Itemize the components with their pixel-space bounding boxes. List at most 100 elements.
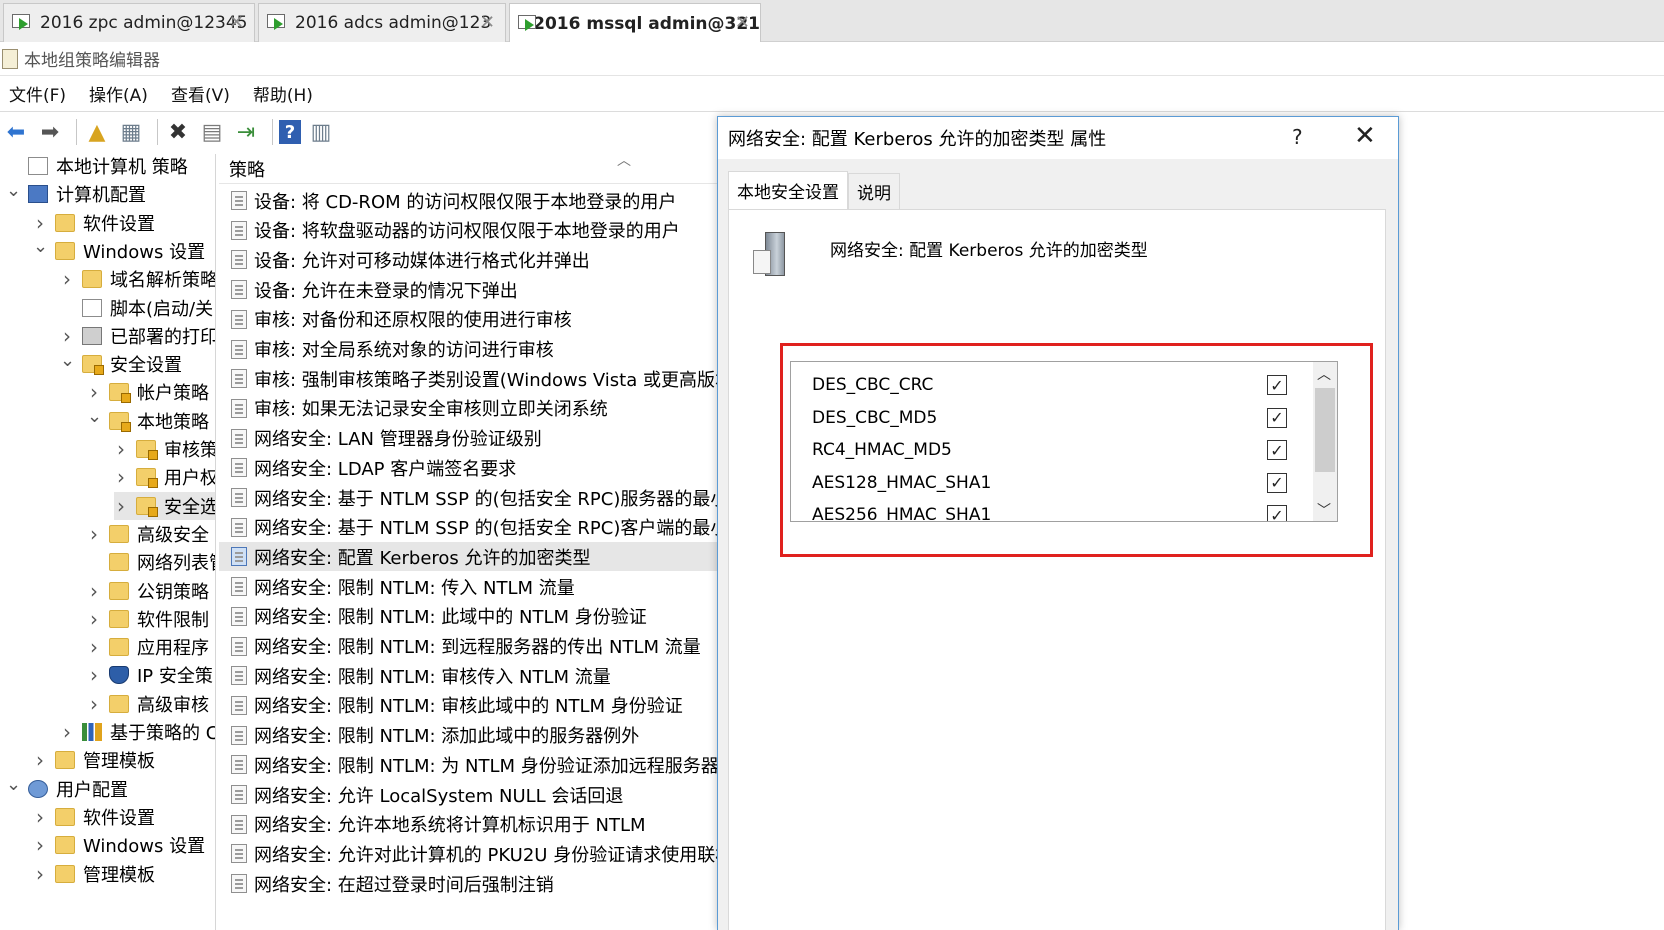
policy-column-header[interactable]: 策略 ︿ (219, 154, 717, 184)
tree-item[interactable]: 本地计算机 策略 (6, 154, 188, 180)
chevron-down-icon[interactable]: ⌄ (33, 236, 48, 257)
chevron-down-icon[interactable]: ⌄ (87, 406, 102, 427)
close-icon[interactable]: ✕ (480, 12, 495, 33)
forward-arrow-icon[interactable]: ➡ (36, 118, 64, 146)
policy-row[interactable]: 网络安全: 基于 NTLM SSP 的(包括安全 RPC)客户端的最小会话安全 (219, 513, 717, 542)
policy-row[interactable]: 网络安全: 限制 NTLM: 审核此域中的 NTLM 身份验证 (219, 691, 717, 720)
tree-item[interactable]: ⌄ 安全设置 (60, 350, 182, 378)
tree-item[interactable]: › 域名解析策略 (60, 265, 215, 293)
tree-item[interactable]: › 软件设置 (33, 803, 155, 831)
tree-item[interactable]: › 已部署的打印 (60, 322, 215, 350)
chevron-right-icon[interactable]: › (33, 211, 47, 235)
tree-item[interactable]: › 用户权 (114, 463, 215, 491)
chevron-right-icon[interactable]: › (87, 522, 101, 546)
chevron-right-icon[interactable]: › (60, 267, 74, 291)
tree-item[interactable]: › IP 安全策 (87, 661, 213, 689)
export-list-icon[interactable]: ⇥ (232, 118, 260, 146)
tree-item[interactable]: › Windows 设置 (33, 831, 205, 859)
chevron-right-icon[interactable]: › (60, 720, 74, 744)
tree-item[interactable]: › 软件限制 (87, 605, 209, 633)
tree-item[interactable]: › 审核策 (114, 435, 215, 463)
policy-row[interactable]: 审核: 对全局系统对象的访问进行审核 (219, 335, 717, 364)
rdp-tab-adcs[interactable]: 2016 adcs admin@123 ✕ (258, 3, 506, 42)
chevron-right-icon[interactable]: › (87, 607, 101, 631)
chevron-down-icon[interactable]: ⌄ (6, 180, 21, 201)
shield-icon (109, 666, 129, 685)
tab-local-security-setting[interactable]: 本地安全设置 (728, 171, 848, 209)
delete-icon[interactable]: ✖ (164, 118, 192, 146)
policy-row[interactable]: 审核: 如果无法记录安全审核则立即关闭系统 (219, 394, 717, 423)
tree-item[interactable]: 网络列表管 (87, 548, 215, 576)
policy-row[interactable]: 网络安全: 在超过登录时间后强制注销 (219, 869, 717, 898)
chevron-right-icon[interactable]: › (114, 465, 128, 489)
close-icon[interactable]: ✕ (735, 12, 750, 33)
policy-row[interactable]: 网络安全: 限制 NTLM: 传入 NTLM 流量 (219, 572, 717, 601)
policy-row[interactable]: 网络安全: LDAP 客户端签名要求 (219, 453, 717, 482)
chevron-right-icon[interactable]: › (33, 862, 47, 886)
rdp-tab-mssql[interactable]: 2016 mssql admin@321 ✕ (509, 3, 761, 43)
chevron-right-icon[interactable]: › (87, 663, 101, 687)
policy-row[interactable]: 审核: 对备份和还原权限的使用进行审核 (219, 305, 717, 334)
policy-row[interactable]: 网络安全: 限制 NTLM: 为 NTLM 身份验证添加远程服务器例外 (219, 750, 717, 779)
show-hide-tree-icon[interactable]: ▦ (117, 118, 145, 146)
policy-row[interactable]: 网络安全: 限制 NTLM: 添加此域中的服务器例外 (219, 721, 717, 750)
menu-action[interactable]: 操作(A) (80, 81, 148, 106)
properties-icon[interactable]: ▤ (198, 118, 226, 146)
rdp-tab-zpc[interactable]: 2016 zpc admin@12345 ✕ (3, 3, 255, 42)
chevron-right-icon[interactable]: › (114, 494, 128, 518)
tree-item[interactable]: › 安全选 (114, 491, 215, 520)
chevron-right-icon[interactable]: › (87, 692, 101, 716)
dialog-close-button[interactable]: ✕ (1354, 121, 1376, 151)
policy-row[interactable]: 网络安全: 限制 NTLM: 审核传入 NTLM 流量 (219, 661, 717, 690)
chevron-right-icon[interactable]: › (87, 579, 101, 603)
policy-row[interactable]: 网络安全: 允许本地系统将计算机标识用于 NTLM (219, 810, 717, 839)
policy-row[interactable]: 设备: 允许对可移动媒体进行格式化并弹出 (219, 245, 717, 274)
tree-item[interactable]: ⌄ Windows 设置 (33, 236, 205, 265)
tree-item[interactable]: ⌄ 计算机配置 (6, 180, 146, 208)
dialog-help-button[interactable]: ? (1292, 125, 1303, 149)
lock-icon (136, 468, 158, 489)
chevron-down-icon[interactable]: ⌄ (60, 350, 75, 371)
menu-file[interactable]: 文件(F) (0, 81, 66, 106)
tree-item[interactable]: › 公钥策略 (87, 577, 209, 605)
policy-row[interactable]: 网络安全: 基于 NTLM SSP 的(包括安全 RPC)服务器的最小会话安全 (219, 483, 717, 512)
policy-row[interactable]: 网络安全: 配置 Kerberos 允许的加密类型 (219, 542, 717, 572)
policy-row[interactable]: 网络安全: 允许对此计算机的 PKU2U 身份验证请求使用联机标识 (219, 839, 717, 868)
tree-item[interactable]: ⌄ 用户配置 (6, 774, 128, 803)
menu-view[interactable]: 查看(V) (162, 81, 230, 106)
chevron-right-icon[interactable]: › (60, 324, 74, 348)
policy-name: 网络安全: LDAP 客户端签名要求 (254, 458, 517, 480)
policy-row[interactable]: 审核: 强制审核策略子类别设置(Windows Vista 或更高版本)替代审核… (219, 364, 717, 393)
close-icon[interactable]: ✕ (229, 12, 244, 33)
tree-item[interactable]: › 基于策略的 C (60, 718, 215, 746)
policy-row[interactable]: 设备: 将 CD-ROM 的访问权限仅限于本地登录的用户 (219, 186, 717, 215)
tree-item[interactable]: › 高级安全 (87, 520, 209, 548)
chevron-right-icon[interactable]: › (33, 748, 47, 772)
show-action-pane-icon[interactable]: ▥ (307, 118, 335, 146)
policy-row[interactable]: 网络安全: 限制 NTLM: 此域中的 NTLM 身份验证 (219, 602, 717, 631)
tree-item[interactable]: › 帐户策略 (87, 378, 209, 406)
policy-row[interactable]: 网络安全: 限制 NTLM: 到远程服务器的传出 NTLM 流量 (219, 632, 717, 661)
tree-item[interactable]: › 高级审核 (87, 690, 209, 718)
help-icon[interactable]: ? (279, 120, 301, 144)
tree-item[interactable]: 脚本(启动/关 (60, 294, 213, 322)
chevron-right-icon[interactable]: › (114, 437, 128, 461)
menu-help[interactable]: 帮助(H) (244, 81, 313, 106)
tree-item[interactable]: › 管理模板 (33, 746, 155, 774)
tree-item[interactable]: ⌄ 本地策略 (87, 406, 209, 435)
policy-row[interactable]: 设备: 将软盘驱动器的访问权限仅限于本地登录的用户 (219, 216, 717, 245)
chevron-right-icon[interactable]: › (87, 380, 101, 404)
back-arrow-icon[interactable]: ⬅ (2, 118, 30, 146)
tree-item[interactable]: › 应用程序 (87, 633, 209, 661)
up-folder-icon[interactable]: ▲ (83, 118, 111, 146)
policy-row[interactable]: 网络安全: LAN 管理器身份验证级别 (219, 424, 717, 453)
tab-explain[interactable]: 说明 (848, 173, 900, 209)
chevron-down-icon[interactable]: ⌄ (6, 774, 21, 795)
policy-row[interactable]: 网络安全: 允许 LocalSystem NULL 会话回退 (219, 780, 717, 809)
tree-item[interactable]: › 管理模板 (33, 860, 155, 888)
chevron-right-icon[interactable]: › (33, 805, 47, 829)
tree-item[interactable]: › 软件设置 (33, 209, 155, 237)
chevron-right-icon[interactable]: › (33, 833, 47, 857)
chevron-right-icon[interactable]: › (87, 635, 101, 659)
policy-row[interactable]: 设备: 允许在未登录的情况下弹出 (219, 275, 717, 304)
